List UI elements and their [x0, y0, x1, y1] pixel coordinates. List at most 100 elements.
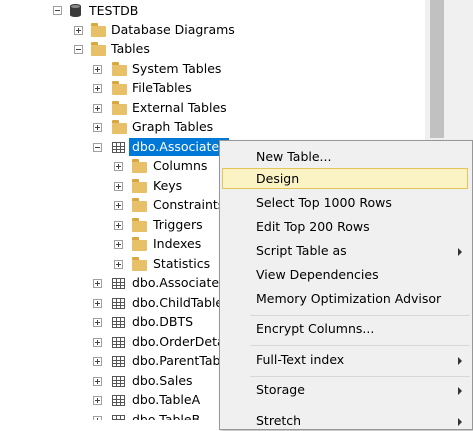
tree-node-label: TESTDB: [89, 3, 139, 18]
folder-icon: [132, 257, 147, 271]
menu-item-design[interactable]: Design: [256, 169, 299, 189]
tree-node-label: dbo.ChildTable: [132, 295, 224, 310]
expand-icon[interactable]: [93, 123, 102, 132]
tree-node-system-tables[interactable]: System Tables: [0, 59, 300, 79]
expand-icon[interactable]: [114, 221, 123, 230]
database-icon: [70, 4, 81, 17]
tree-node-label: dbo.OrderDeta: [132, 334, 225, 349]
expand-icon[interactable]: [114, 240, 123, 249]
tree-node-table[interactable]: dbo.ChildTable: [0, 293, 224, 313]
tree-node-columns[interactable]: Columns: [0, 156, 220, 176]
menu-item-new-table[interactable]: New Table...: [256, 147, 331, 167]
tree-node-label: FileTables: [132, 80, 192, 95]
folder-icon: [112, 101, 127, 115]
tree-node-triggers[interactable]: Triggers: [0, 215, 220, 235]
tree-node-label: dbo.DBTS: [132, 314, 194, 329]
menu-separator: [250, 376, 470, 377]
folder-icon: [132, 198, 147, 212]
tree-node-table[interactable]: dbo.Associates: [0, 273, 226, 293]
expand-icon[interactable]: [114, 162, 123, 171]
tree-node-filetables[interactable]: FileTables: [0, 78, 300, 98]
collapse-icon[interactable]: [53, 6, 62, 15]
collapse-icon[interactable]: [93, 143, 102, 152]
tree-node-statistics[interactable]: Statistics: [0, 254, 220, 274]
expand-icon[interactable]: [93, 104, 102, 113]
expand-icon[interactable]: [93, 279, 102, 288]
tree-node-label: Constraints: [153, 197, 225, 212]
tree-node-tables[interactable]: Tables: [0, 39, 300, 59]
menu-separator: [250, 315, 470, 316]
menu-item-view-dependencies[interactable]: View Dependencies: [256, 265, 379, 285]
table-icon: [112, 337, 125, 348]
menu-item-select-top-1000[interactable]: Select Top 1000 Rows: [256, 193, 392, 213]
table-icon: [112, 278, 125, 289]
context-menu: New Table... Design Select Top 1000 Rows…: [219, 140, 473, 430]
menu-item-full-text-index[interactable]: Full-Text index: [256, 350, 344, 370]
expand-icon[interactable]: [114, 201, 123, 210]
expand-icon[interactable]: [114, 182, 123, 191]
tree-node-label: Graph Tables: [132, 119, 214, 134]
folder-icon: [112, 120, 127, 134]
folder-icon: [112, 62, 127, 76]
tree-node-label: Database Diagrams: [111, 22, 235, 37]
tree-node-label: System Tables: [132, 61, 222, 76]
expand-icon[interactable]: [93, 299, 102, 308]
tree-node-table[interactable]: dbo.Sales: [0, 371, 220, 391]
expand-icon[interactable]: [93, 396, 102, 405]
submenu-arrow-icon: [458, 418, 462, 426]
menu-separator: [250, 345, 470, 346]
tree-node-label: dbo.TableA: [132, 392, 201, 407]
expand-icon[interactable]: [93, 416, 102, 420]
tree-node-label: dbo.Sales: [132, 373, 193, 388]
menu-item-memory-optimization-advisor[interactable]: Memory Optimization Advisor: [256, 289, 441, 309]
tree-node-testdb[interactable]: TESTDB: [0, 1, 300, 21]
tree-node-table[interactable]: dbo.ParentTab: [0, 351, 220, 371]
expand-icon[interactable]: [74, 26, 83, 35]
folder-icon: [132, 237, 147, 251]
submenu-arrow-icon: [458, 387, 462, 395]
tree-node-external-tables[interactable]: External Tables: [0, 98, 300, 118]
tree-node-label: External Tables: [132, 100, 227, 115]
tree-node-label: Columns: [153, 158, 208, 173]
menu-item-script-table-as[interactable]: Script Table as: [256, 241, 347, 261]
tree-node-label: Keys: [153, 178, 183, 193]
table-icon: [112, 298, 125, 309]
menu-item-storage[interactable]: Storage: [256, 380, 305, 400]
expand-icon[interactable]: [93, 357, 102, 366]
menu-item-edit-top-200[interactable]: Edit Top 200 Rows: [256, 217, 370, 237]
folder-icon: [132, 218, 147, 232]
tree-node-table[interactable]: dbo.TableB: [0, 410, 220, 420]
table-icon: [112, 317, 125, 328]
tree-node-graph-tables[interactable]: Graph Tables: [0, 117, 300, 137]
tree-node-label: dbo.Associates: [132, 275, 226, 290]
expand-icon[interactable]: [93, 318, 102, 327]
tree-node-keys[interactable]: Keys: [0, 176, 220, 196]
expand-icon[interactable]: [93, 84, 102, 93]
tree-node-table[interactable]: dbo.DBTS: [0, 312, 220, 332]
tree-node-label: Triggers: [153, 217, 203, 232]
submenu-arrow-icon: [458, 248, 462, 256]
tree-node-label: Statistics: [153, 256, 211, 271]
tree-node-database-diagrams[interactable]: Database Diagrams: [0, 20, 300, 40]
expand-icon[interactable]: [114, 260, 123, 269]
table-icon: [112, 376, 125, 387]
menu-item-stretch[interactable]: Stretch: [256, 411, 301, 431]
expand-icon[interactable]: [93, 377, 102, 386]
table-icon: [112, 142, 125, 153]
menu-item-encrypt-columns[interactable]: Encrypt Columns...: [256, 319, 374, 339]
expand-icon[interactable]: [93, 338, 102, 347]
tree-node-constraints[interactable]: Constraints: [0, 195, 224, 215]
tree-node-label: dbo.ParentTab: [132, 353, 221, 368]
expand-icon[interactable]: [93, 65, 102, 74]
tree-node-table[interactable]: dbo.OrderDeta: [0, 332, 225, 352]
table-icon: [112, 415, 125, 420]
tree-node-indexes[interactable]: Indexes: [0, 234, 220, 254]
folder-icon: [91, 42, 106, 56]
folder-icon: [91, 23, 106, 37]
folder-icon: [132, 159, 147, 173]
table-icon: [112, 395, 125, 406]
tree-node-table[interactable]: dbo.TableA: [0, 390, 220, 410]
scrollbar-thumb[interactable]: [430, 0, 444, 138]
tree-node-label: Tables: [111, 41, 150, 56]
collapse-icon[interactable]: [74, 45, 83, 54]
